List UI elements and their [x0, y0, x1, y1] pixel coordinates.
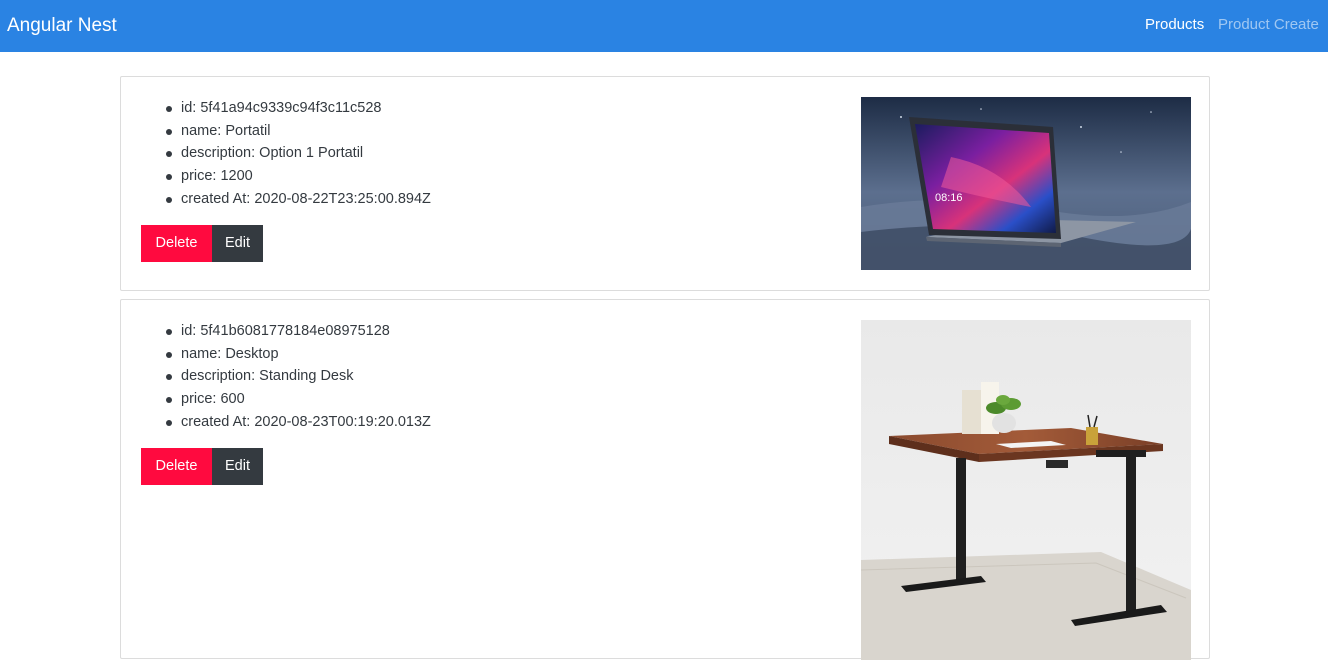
product-details-list: id: 5f41b6081778184e08975128 name: Deskt…	[166, 320, 431, 434]
delete-button[interactable]: Delete	[141, 225, 212, 262]
product-card: id: 5f41b6081778184e08975128 name: Deskt…	[120, 299, 1210, 660]
nav-link-product-create[interactable]: Product Create	[1218, 16, 1319, 34]
edit-button[interactable]: Edit	[212, 448, 263, 485]
delete-button[interactable]: Delete	[141, 448, 212, 485]
edit-button[interactable]: Edit	[212, 225, 263, 262]
product-price: price: 1200	[166, 165, 431, 188]
nav-link-products[interactable]: Products	[1145, 16, 1204, 34]
product-description: description: Option 1 Portatil	[166, 142, 431, 165]
product-price: price: 600	[166, 388, 431, 411]
product-id: id: 5f41a94c9339c94f3c11c528	[166, 97, 431, 120]
product-name: name: Desktop	[166, 343, 431, 366]
product-image-laptop: 08:16	[861, 97, 1191, 270]
product-details-list: id: 5f41a94c9339c94f3c11c528 name: Porta…	[166, 97, 431, 211]
laptop-screen-time: 08:16	[935, 192, 963, 204]
product-image-standing-desk	[861, 320, 1191, 660]
product-name: name: Portatil	[166, 120, 431, 143]
product-description: description: Standing Desk	[166, 365, 431, 388]
navbar: Angular Nest Products Product Create	[0, 0, 1328, 52]
navbar-brand[interactable]: Angular Nest	[7, 14, 117, 38]
product-created-at: created At: 2020-08-23T00:19:20.013Z	[166, 411, 431, 434]
product-card: id: 5f41a94c9339c94f3c11c528 name: Porta…	[120, 76, 1210, 291]
product-created-at: created At: 2020-08-22T23:25:00.894Z	[166, 188, 431, 211]
product-id: id: 5f41b6081778184e08975128	[166, 320, 431, 343]
